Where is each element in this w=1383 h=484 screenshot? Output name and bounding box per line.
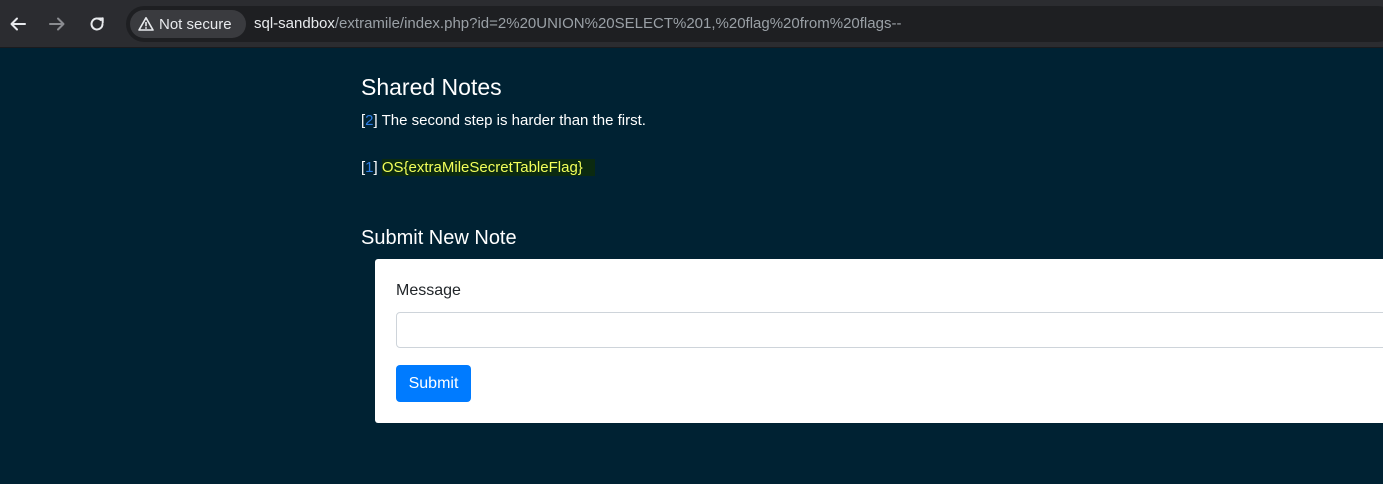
- url-path: /extramile/index.php?id=2%20UNION%20SELE…: [334, 15, 902, 32]
- note-text-flag: OS{extraMileSecretTableFlag}: [381, 159, 595, 176]
- security-indicator[interactable]: Not secure: [130, 10, 246, 38]
- address-bar[interactable]: Not secure sql-sandbox/extramile/index.p…: [126, 6, 1383, 42]
- note-id-link[interactable]: 2: [365, 112, 373, 129]
- submit-note-title: Submit New Note: [361, 227, 517, 249]
- note-item: [2] The second step is harder than the f…: [361, 112, 646, 129]
- message-input[interactable]: [396, 312, 1383, 348]
- security-label: Not secure: [159, 15, 232, 33]
- forward-button[interactable]: [41, 8, 73, 40]
- submit-button[interactable]: Submit: [396, 365, 471, 402]
- note-text: The second step is harder than the first…: [381, 112, 646, 129]
- url-host: sql-sandbox: [254, 15, 335, 32]
- url-text[interactable]: sql-sandbox/extramile/index.php?id=2%20U…: [254, 14, 901, 34]
- shared-notes-title: Shared Notes: [361, 74, 502, 100]
- reload-button[interactable]: [81, 8, 113, 40]
- reload-icon: [90, 17, 104, 31]
- note-item: [1] OS{extraMileSecretTableFlag}: [361, 159, 595, 176]
- forward-arrow-icon: [49, 17, 65, 31]
- back-button[interactable]: [2, 8, 34, 40]
- warning-triangle-icon: [138, 17, 154, 31]
- note-id-link[interactable]: 1: [365, 159, 373, 176]
- back-arrow-icon: [10, 17, 26, 31]
- browser-toolbar: Not secure sql-sandbox/extramile/index.p…: [0, 0, 1383, 48]
- submit-note-card: Message Submit: [375, 259, 1383, 423]
- message-label: Message: [396, 282, 461, 299]
